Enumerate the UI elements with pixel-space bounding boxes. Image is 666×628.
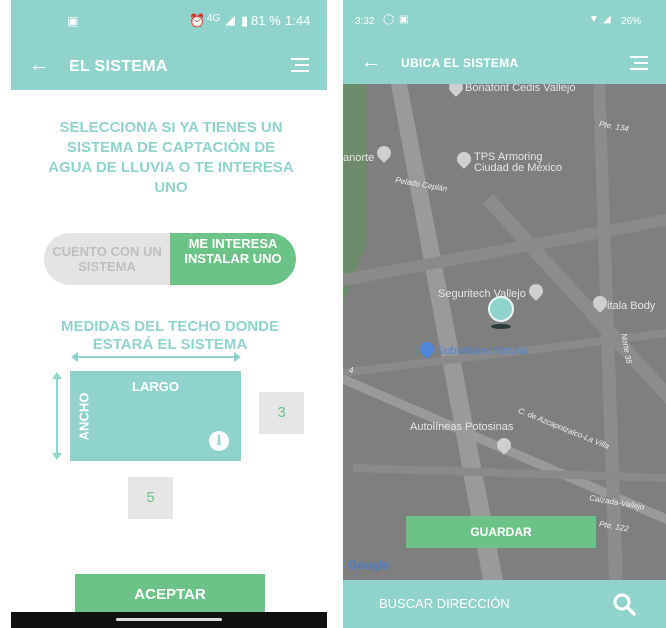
map-place-label[interactable]: Suburbano fortuna xyxy=(437,345,528,357)
save-button[interactable]: GUARDAR xyxy=(406,516,596,548)
battery-icon: ▮ xyxy=(241,13,249,28)
notification-icon: ▣ xyxy=(67,14,79,28)
notification-icon: ▣ xyxy=(399,14,409,25)
map-place-label[interactable]: Bonafont Cedis Vallejo xyxy=(465,84,575,94)
nav-bar xyxy=(11,612,327,628)
search-bar[interactable]: BUSCAR DIRECCIÓN xyxy=(343,580,666,628)
clock: 1:44 xyxy=(285,13,311,28)
search-input[interactable]: BUSCAR DIRECCIÓN xyxy=(379,596,510,611)
system-screen: ▣ ⏰ 4G ◢ ▮ 81 % 1:44 ← EL SISTEMA SELECC… xyxy=(11,0,327,628)
menu-icon[interactable] xyxy=(291,58,309,74)
page-title: UBICA EL SISTEMA xyxy=(401,56,519,70)
map-place-label[interactable]: Autolíneas Potosinas xyxy=(410,421,513,433)
back-arrow-icon[interactable]: ← xyxy=(361,52,381,72)
whatsapp-icon: ◯ xyxy=(383,14,395,25)
search-icon[interactable] xyxy=(612,592,636,616)
ancho-label: ANCHO xyxy=(76,392,92,441)
back-arrow-icon[interactable]: ← xyxy=(29,55,49,75)
google-logo: Google xyxy=(348,558,390,572)
home-gesture-pill[interactable] xyxy=(116,618,222,621)
app-bar: ← EL SISTEMA xyxy=(11,42,327,90)
page-title: EL SISTEMA xyxy=(69,58,168,75)
signal-icon: ◢ xyxy=(225,12,235,27)
marker-shadow xyxy=(491,324,511,329)
street-label: 4 xyxy=(349,366,354,375)
network-label: 4G xyxy=(207,13,221,24)
battery-label: 26% xyxy=(621,16,642,27)
map-place-label[interactable]: TPS Armoring Ciudad de México xyxy=(474,152,574,174)
system-question: SELECCIONA SI YA TIENES UN SISTEMA DE CA… xyxy=(48,119,294,196)
menu-icon[interactable] xyxy=(630,56,648,72)
accept-button[interactable]: ACEPTAR xyxy=(75,574,265,616)
height-arrow-icon xyxy=(52,372,62,460)
battery-label: 81 % xyxy=(251,13,281,28)
locate-screen: 3:32 ◯ ▣ ▼ ◢ 26% ← UBICA EL SISTEMA Bona… xyxy=(343,0,666,628)
map-place-label[interactable]: itala Body xyxy=(607,300,655,312)
map-place-label[interactable]: anorte xyxy=(343,152,374,164)
info-icon[interactable]: i xyxy=(209,431,229,451)
alarm-icon: ⏰ xyxy=(189,13,206,28)
roof-diagram: LARGO ANCHO i xyxy=(70,371,241,461)
map-place-label[interactable]: Seguritech Vallejo xyxy=(438,288,526,300)
signal-icon: ◢ xyxy=(603,14,611,25)
clock: 3:32 xyxy=(355,16,375,27)
wifi-icon: ▼ xyxy=(589,14,599,25)
length-input[interactable]: 5 xyxy=(128,477,173,519)
system-location-marker-icon[interactable] xyxy=(488,296,514,322)
status-bar: 3:32 ◯ ▣ ▼ ◢ 26% xyxy=(343,0,666,42)
status-bar: ▣ ⏰ 4G ◢ ▮ 81 % 1:44 xyxy=(11,0,327,42)
toggle-option-interested[interactable]: ME INTERESA INSTALAR UNO xyxy=(170,233,296,285)
roof-measures-title: MEDIDAS DEL TECHO DONDE ESTARÁ EL SISTEM… xyxy=(60,318,280,353)
app-bar: ← UBICA EL SISTEMA xyxy=(343,42,666,84)
toggle-option-has-system[interactable]: CUENTO CON UN SISTEMA xyxy=(44,233,170,285)
largo-label: LARGO xyxy=(132,379,179,394)
width-arrow-icon xyxy=(71,352,241,362)
system-toggle[interactable]: CUENTO CON UN SISTEMA ME INTERESA INSTAL… xyxy=(44,233,296,285)
width-input[interactable]: 3 xyxy=(259,392,304,434)
map-view[interactable]: Bonafont Cedis Vallejo TPS Armoring Ciud… xyxy=(343,84,666,580)
